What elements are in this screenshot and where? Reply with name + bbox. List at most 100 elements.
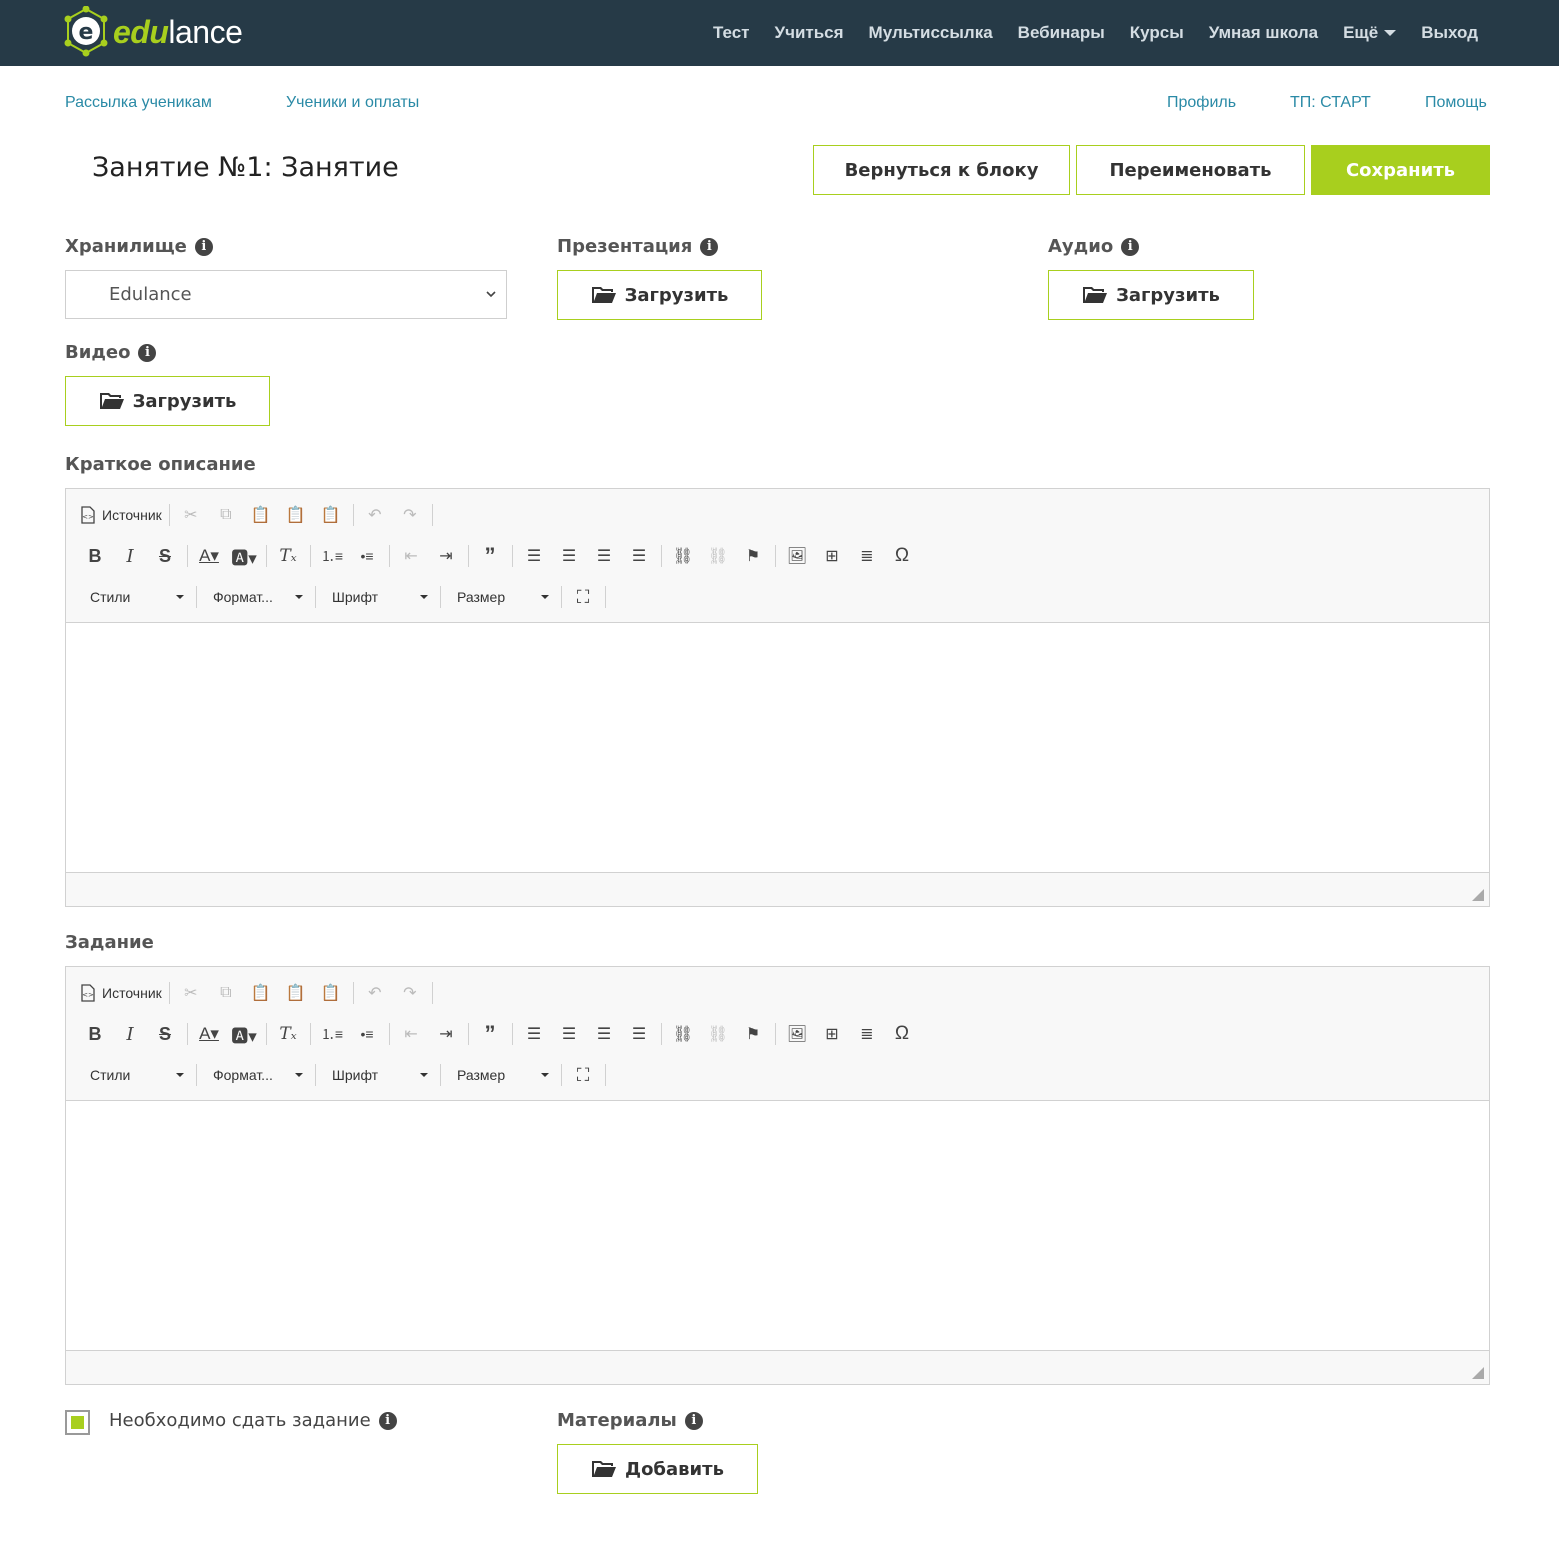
text-color-icon[interactable]: A▾ [194, 542, 224, 570]
align-right-icon[interactable]: ☰ [589, 1020, 619, 1048]
styles-dropdown[interactable]: Стили [80, 584, 190, 610]
paste-word-icon[interactable]: 📋 [316, 501, 346, 529]
cut-icon[interactable]: ✂ [176, 501, 206, 529]
remove-format-icon[interactable]: Tₓ [273, 1020, 303, 1048]
align-right-icon[interactable]: ☰ [589, 542, 619, 570]
presentation-upload-button[interactable]: Загрузить [557, 270, 762, 320]
nav-item-test[interactable]: Тест [713, 23, 750, 43]
image-icon[interactable]: 🖼 [782, 542, 812, 570]
blockquote-icon[interactable]: ” [475, 1020, 505, 1048]
table-icon[interactable]: ⊞ [817, 1020, 847, 1048]
background-color-icon[interactable]: 🅰▾ [229, 1020, 259, 1048]
link-icon[interactable]: ⛓ [668, 1020, 698, 1048]
copy-icon[interactable]: ⧉ [211, 979, 241, 1007]
outdent-icon[interactable]: ⇤ [396, 542, 426, 570]
bold-icon[interactable]: B [80, 542, 110, 570]
paste-text-icon[interactable]: 📋 [281, 501, 311, 529]
resize-grip-icon[interactable] [1472, 889, 1484, 901]
unlink-icon[interactable]: ⛓ [703, 1020, 733, 1048]
nav-item-webinars[interactable]: Вебинары [1018, 23, 1105, 43]
link-tariff-plan[interactable]: ТП: СТАРТ [1290, 94, 1371, 112]
save-button[interactable]: Сохранить [1311, 145, 1490, 195]
numbered-list-icon[interactable]: ⒈≡ [317, 542, 347, 570]
undo-icon[interactable]: ↶ [360, 501, 390, 529]
editor-content-area[interactable] [66, 1101, 1489, 1351]
anchor-flag-icon[interactable]: ⚑ [738, 542, 768, 570]
strikethrough-icon[interactable]: S [150, 542, 180, 570]
storage-select[interactable]: Edulance [65, 270, 507, 319]
back-to-block-button[interactable]: Вернуться к блоку [813, 145, 1070, 195]
font-dropdown[interactable]: Шрифт [322, 1062, 434, 1088]
nav-item-more[interactable]: Ещё [1343, 23, 1397, 43]
horizontal-line-icon[interactable]: ≣ [852, 542, 882, 570]
maximize-icon[interactable]: ⛶ [568, 1061, 598, 1089]
link-profile[interactable]: Профиль [1167, 94, 1236, 112]
video-upload-button[interactable]: Загрузить [65, 376, 270, 426]
undo-icon[interactable]: ↶ [360, 979, 390, 1007]
info-icon[interactable]: i [378, 1411, 397, 1430]
cut-icon[interactable]: ✂ [176, 979, 206, 1007]
format-dropdown[interactable]: Формат... [203, 584, 309, 610]
background-color-icon[interactable]: 🅰▾ [229, 542, 259, 570]
align-justify-icon[interactable]: ☰ [624, 542, 654, 570]
size-dropdown[interactable]: Размер [447, 1062, 555, 1088]
logo[interactable]: e edulance [63, 6, 243, 58]
blockquote-icon[interactable]: ” [475, 542, 505, 570]
source-button[interactable]: <> Источник [80, 501, 162, 529]
bulleted-list-icon[interactable]: •≡ [352, 1020, 382, 1048]
add-materials-button[interactable]: Добавить [557, 1444, 758, 1494]
editor-content-area[interactable] [66, 623, 1489, 873]
numbered-list-icon[interactable]: ⒈≡ [317, 1020, 347, 1048]
align-center-icon[interactable]: ☰ [554, 542, 584, 570]
maximize-icon[interactable]: ⛶ [568, 583, 598, 611]
font-dropdown[interactable]: Шрифт [322, 584, 434, 610]
link-help[interactable]: Помощь [1425, 94, 1487, 112]
redo-icon[interactable]: ↷ [395, 979, 425, 1007]
info-icon[interactable]: i [684, 1411, 703, 1430]
format-dropdown[interactable]: Формат... [203, 1062, 309, 1088]
image-icon[interactable]: 🖼 [782, 1020, 812, 1048]
horizontal-line-icon[interactable]: ≣ [852, 1020, 882, 1048]
audio-upload-button[interactable]: Загрузить [1048, 270, 1254, 320]
copy-icon[interactable]: ⧉ [211, 501, 241, 529]
source-button[interactable]: <> Источник [80, 979, 162, 1007]
redo-icon[interactable]: ↷ [395, 501, 425, 529]
nav-item-courses[interactable]: Курсы [1130, 23, 1184, 43]
link-mailing[interactable]: Рассылка ученикам [65, 94, 212, 112]
italic-icon[interactable]: I [115, 542, 145, 570]
special-char-icon[interactable]: Ω [887, 1020, 917, 1048]
align-center-icon[interactable]: ☰ [554, 1020, 584, 1048]
nav-item-learn[interactable]: Учиться [775, 23, 844, 43]
table-icon[interactable]: ⊞ [817, 542, 847, 570]
nav-item-smart-school[interactable]: Умная школа [1209, 23, 1318, 43]
size-dropdown[interactable]: Размер [447, 584, 555, 610]
link-icon[interactable]: ⛓ [668, 542, 698, 570]
align-justify-icon[interactable]: ☰ [624, 1020, 654, 1048]
bold-icon[interactable]: B [80, 1020, 110, 1048]
paste-text-icon[interactable]: 📋 [281, 979, 311, 1007]
indent-icon[interactable]: ⇥ [431, 542, 461, 570]
special-char-icon[interactable]: Ω [887, 542, 917, 570]
align-left-icon[interactable]: ☰ [519, 1020, 549, 1048]
unlink-icon[interactable]: ⛓ [703, 542, 733, 570]
resize-grip-icon[interactable] [1472, 1367, 1484, 1379]
italic-icon[interactable]: I [115, 1020, 145, 1048]
link-students-payments[interactable]: Ученики и оплаты [286, 94, 419, 112]
info-icon[interactable]: i [138, 343, 157, 362]
rename-button[interactable]: Переименовать [1076, 145, 1305, 195]
anchor-flag-icon[interactable]: ⚑ [738, 1020, 768, 1048]
info-icon[interactable]: i [1121, 237, 1140, 256]
indent-icon[interactable]: ⇥ [431, 1020, 461, 1048]
nav-item-multilink[interactable]: Мультиссылка [869, 23, 993, 43]
bulleted-list-icon[interactable]: •≡ [352, 542, 382, 570]
paste-word-icon[interactable]: 📋 [316, 979, 346, 1007]
text-color-icon[interactable]: A▾ [194, 1020, 224, 1048]
nav-item-logout[interactable]: Выход [1421, 23, 1478, 43]
outdent-icon[interactable]: ⇤ [396, 1020, 426, 1048]
styles-dropdown[interactable]: Стили [80, 1062, 190, 1088]
info-icon[interactable]: i [700, 237, 719, 256]
paste-icon[interactable]: 📋 [246, 979, 276, 1007]
align-left-icon[interactable]: ☰ [519, 542, 549, 570]
info-icon[interactable]: i [194, 237, 213, 256]
paste-icon[interactable]: 📋 [246, 501, 276, 529]
